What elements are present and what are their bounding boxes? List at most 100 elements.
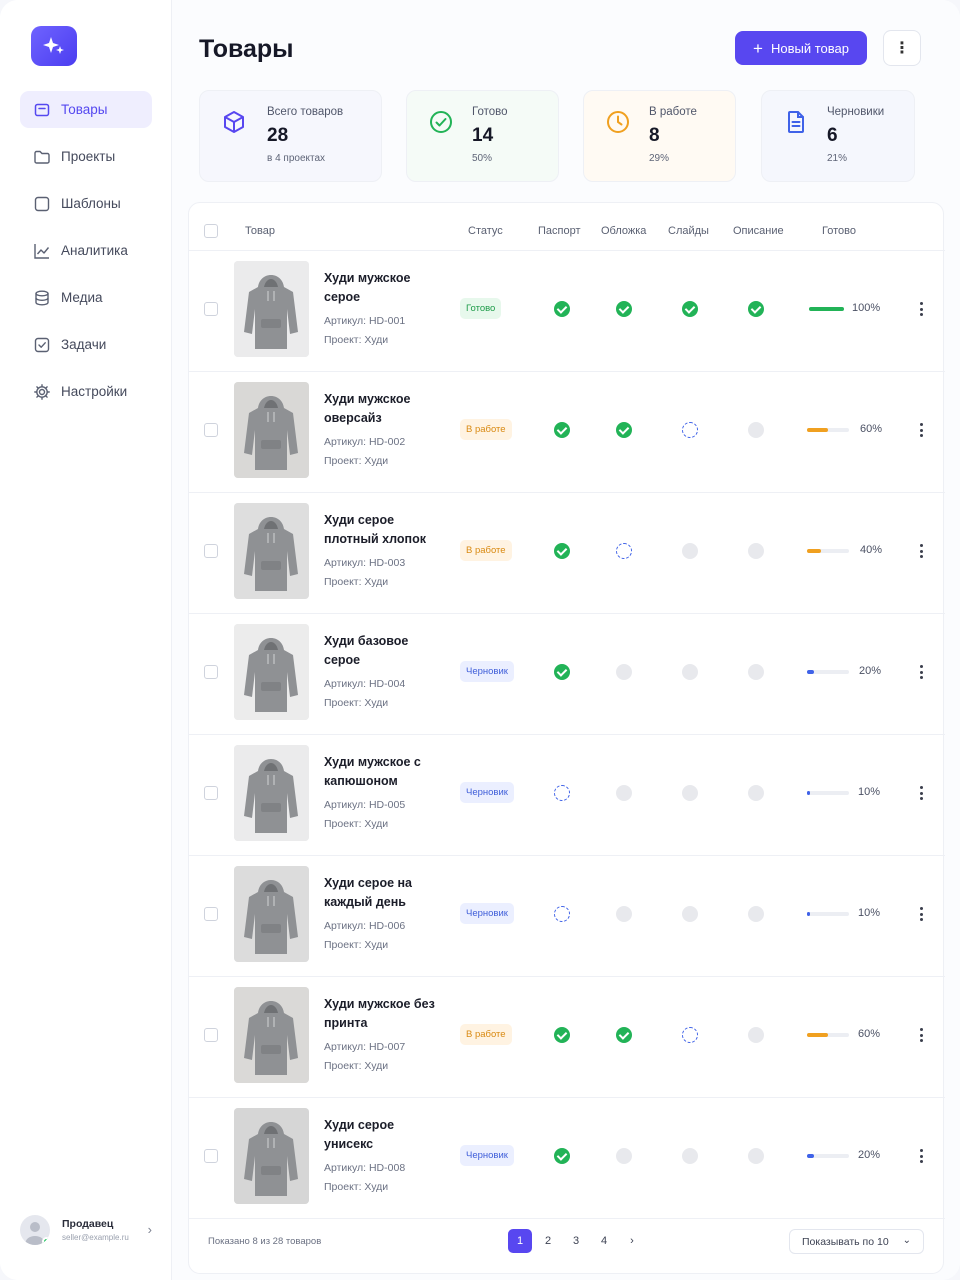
column-header-slides[interactable]: Слайды: [668, 225, 709, 237]
next-page-button[interactable]: ›: [620, 1229, 644, 1253]
progress-fill: [809, 307, 844, 311]
product-sku: Артикул: HD-007: [324, 1041, 406, 1053]
progress-bar: [809, 307, 844, 311]
sidebar-item-products[interactable]: Товары: [20, 91, 152, 128]
sidebar-item-settings[interactable]: Настройки: [20, 373, 152, 410]
sidebar-item-tasks[interactable]: Задачи: [20, 326, 152, 363]
progress-percent: 60%: [858, 1028, 881, 1040]
product-name[interactable]: Худи серое унисекс: [324, 1116, 439, 1154]
pagination-summary: Показано 8 из 28 товаров: [208, 1236, 322, 1247]
product-thumbnail[interactable]: [234, 382, 309, 478]
slides-status-icon: [682, 906, 698, 922]
page-button-2[interactable]: 2: [536, 1229, 560, 1253]
check-circle-icon: [430, 111, 452, 133]
column-header-description[interactable]: Описание: [733, 225, 784, 237]
row-checkbox[interactable]: [204, 665, 218, 679]
kebab-dot: [919, 428, 923, 432]
product-thumbnail[interactable]: [234, 261, 309, 357]
product-name[interactable]: Худи серое на каждый день: [324, 874, 439, 912]
kebab-dot: [919, 918, 923, 921]
row-checkbox[interactable]: [204, 1028, 218, 1042]
page-button-1[interactable]: 1: [508, 1229, 532, 1253]
sidebar-item-label: Медиа: [61, 290, 103, 305]
sidebar-nav: Товары Проекты Шаблоны Аналитика Медиа З…: [20, 91, 152, 420]
more-options-button[interactable]: ⋮: [883, 30, 921, 66]
product-name[interactable]: Худи базовое серое: [324, 632, 439, 670]
sidebar-item-label: Настройки: [61, 384, 128, 399]
chart-line-icon: [34, 243, 50, 259]
table-row[interactable]: Худи базовое серое Артикул: HD-004 Проект:…: [189, 614, 945, 735]
row-checkbox[interactable]: [204, 907, 218, 921]
column-header-ready[interactable]: Готово: [822, 225, 856, 237]
progress-fill: [807, 1154, 814, 1158]
column-header-cover[interactable]: Обложка: [601, 225, 646, 237]
row-checkbox[interactable]: [204, 544, 218, 558]
product-thumbnail[interactable]: [234, 866, 309, 962]
sidebar-item-templates[interactable]: Шаблоны: [20, 185, 152, 222]
row-checkbox[interactable]: [204, 1149, 218, 1163]
column-header-product[interactable]: Товар: [245, 225, 275, 237]
app-logo[interactable]: [31, 26, 77, 66]
cover-status-icon: [616, 785, 632, 801]
sidebar-item-media[interactable]: Медиа: [20, 279, 152, 316]
row-menu-button[interactable]: [916, 904, 926, 924]
column-header-status[interactable]: Статус: [468, 225, 503, 237]
product-name[interactable]: Худи серое плотный хлопок: [324, 511, 439, 549]
sidebar-item-analytics[interactable]: Аналитика: [20, 232, 152, 269]
sidebar-item-projects[interactable]: Проекты: [20, 138, 152, 175]
progress-bar: [807, 1033, 849, 1037]
product-name[interactable]: Худи мужское без принта: [324, 995, 439, 1033]
product-name[interactable]: Худи мужское оверсайз: [324, 390, 439, 428]
progress-bar: [807, 428, 849, 432]
product-name[interactable]: Худи мужское с капюшоном: [324, 753, 439, 791]
per-page-select[interactable]: Показывать по 10 ⌄: [789, 1229, 924, 1254]
row-menu-button[interactable]: [916, 1025, 926, 1045]
chevron-right-icon: ›: [147, 1222, 152, 1237]
progress-bar: [807, 1154, 849, 1158]
stat-value: 6: [827, 125, 838, 146]
product-thumbnail[interactable]: [234, 624, 309, 720]
cover-status-icon: [616, 301, 632, 317]
row-menu-button[interactable]: [916, 541, 926, 561]
row-menu-button[interactable]: [916, 299, 926, 319]
sidebar-item-label: Аналитика: [61, 243, 128, 258]
product-name[interactable]: Худи мужское серое: [324, 269, 439, 307]
progress-percent: 20%: [858, 1149, 881, 1161]
table-row[interactable]: Худи мужское серое Артикул: HD-001 Проект:…: [189, 251, 945, 372]
row-checkbox[interactable]: [204, 302, 218, 316]
kebab-dot: [919, 912, 923, 916]
column-header-passport[interactable]: Паспорт: [538, 225, 581, 237]
product-sku: Артикул: HD-003: [324, 557, 406, 569]
kebab-dot: [919, 670, 923, 674]
slides-status-icon: [682, 785, 698, 801]
sidebar-item-label: Задачи: [61, 337, 107, 352]
status-badge: В работе: [460, 540, 512, 561]
table-row[interactable]: Худи серое унисекс Артикул: HD-008 Проект:…: [189, 1098, 945, 1219]
product-thumbnail[interactable]: [234, 1108, 309, 1204]
row-checkbox[interactable]: [204, 423, 218, 437]
row-menu-button[interactable]: [916, 1146, 926, 1166]
stat-sub: 29%: [649, 153, 670, 164]
description-status-icon: [748, 785, 764, 801]
product-project: Проект: Худи: [324, 576, 389, 588]
row-menu-button[interactable]: [916, 662, 926, 682]
new-product-button[interactable]: + Новый товар: [735, 31, 867, 65]
progress-percent: 10%: [858, 907, 881, 919]
page-button-4[interactable]: 4: [592, 1229, 616, 1253]
table-row[interactable]: Худи серое плотный хлопок Артикул: HD-003…: [189, 493, 945, 614]
row-menu-button[interactable]: [916, 420, 926, 440]
table-row[interactable]: Худи мужское без принта Артикул: HD-007 Пр…: [189, 977, 945, 1098]
progress-fill: [807, 670, 814, 674]
product-thumbnail[interactable]: [234, 745, 309, 841]
product-thumbnail[interactable]: [234, 503, 309, 599]
table-row[interactable]: Худи серое на каждый день Артикул: HD-006…: [189, 856, 945, 977]
page-button-3[interactable]: 3: [564, 1229, 588, 1253]
select-all-checkbox[interactable]: [204, 224, 218, 238]
user-profile[interactable]: Продавец seller@example.ru ›: [20, 1212, 160, 1248]
row-menu-button[interactable]: [916, 783, 926, 803]
slides-status-icon: [682, 664, 698, 680]
table-row[interactable]: Худи мужское оверсайз Артикул: HD-002 Прое…: [189, 372, 945, 493]
row-checkbox[interactable]: [204, 786, 218, 800]
product-thumbnail[interactable]: [234, 987, 309, 1083]
table-row[interactable]: Худи мужское с капюшоном Артикул: HD-005 П…: [189, 735, 945, 856]
